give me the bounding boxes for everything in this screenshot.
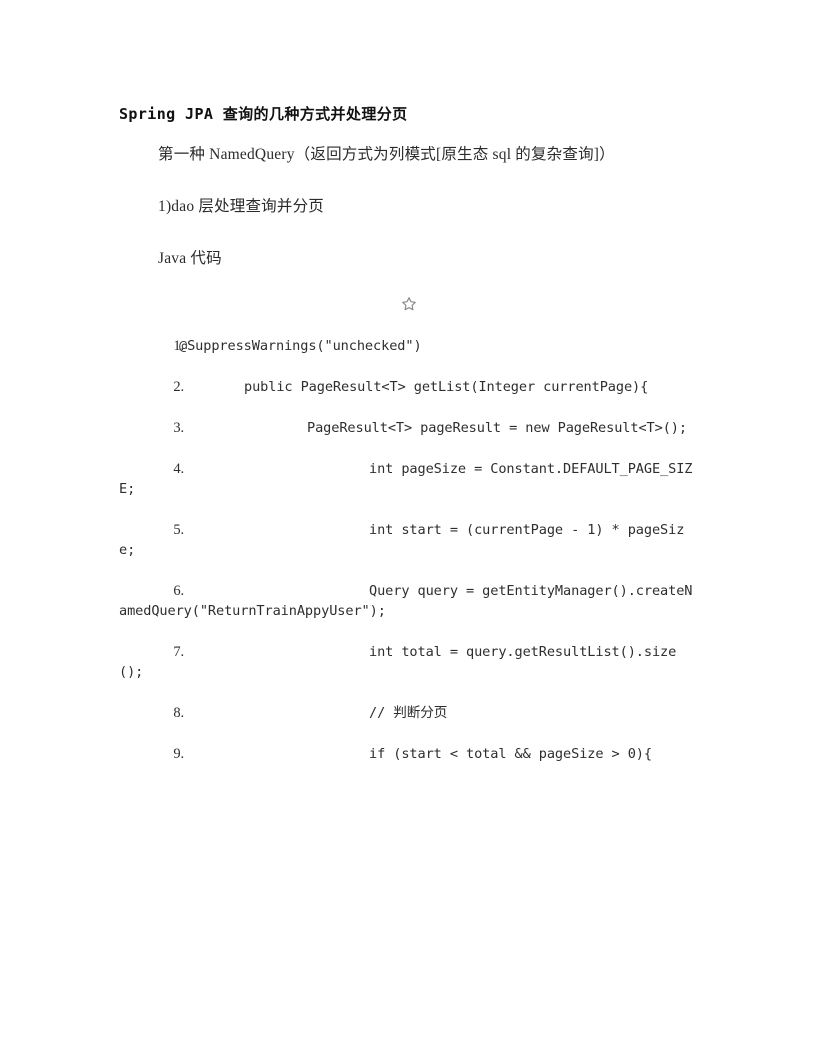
line-content: int start = (currentPage - 1) * pageSize…: [119, 522, 685, 558]
paragraph-intro: 第一种 NamedQuery（返回方式为列模式[原生态 sql 的复杂查询]）: [158, 146, 615, 163]
line-number: 2.: [173, 379, 184, 395]
code-line: 7. int total = query.getResultList().siz…: [119, 642, 699, 682]
star-icon[interactable]: [401, 296, 417, 312]
code-line: 4. int pageSize = Constant.DEFAULT_PAGE_…: [119, 459, 699, 499]
line-number: 3.: [173, 420, 184, 436]
code-line: 2. public PageResult<T> getList(Integer …: [119, 377, 699, 397]
line-number: 7.: [173, 644, 184, 660]
line-number: 9.: [173, 746, 184, 762]
code-line: 6. Query query = getEntityManager().crea…: [119, 581, 699, 621]
line-number: 1.: [173, 338, 184, 354]
paragraph-step-one: 1)dao 层处理查询并分页: [158, 198, 324, 215]
code-toolbar: [119, 296, 699, 322]
document-body: Spring JPA 查询的几种方式并处理分页 第一种 NamedQuery（返…: [119, 104, 699, 785]
code-block: 1. @SuppressWarnings("unchecked") 2. pub…: [119, 336, 699, 764]
code-line: 8. // 判断分页: [119, 703, 699, 723]
document-page: Spring JPA 查询的几种方式并处理分页 第一种 NamedQuery（返…: [0, 0, 816, 1056]
line-content: public PageResult<T> getList(Integer cur…: [244, 379, 649, 395]
line-number: 5.: [173, 522, 184, 538]
code-line: 1. @SuppressWarnings("unchecked"): [119, 336, 699, 356]
line-content: @SuppressWarnings("unchecked"): [179, 338, 422, 354]
paragraph-code-label: Java 代码: [158, 250, 222, 267]
line-content: if (start < total && pageSize > 0){: [369, 746, 652, 762]
code-line: 9. if (start < total && pageSize > 0){: [119, 744, 699, 764]
code-line: 3. PageResult<T> pageResult = new PageRe…: [119, 418, 699, 438]
line-content: // 判断分页: [369, 705, 448, 721]
line-content: int total = query.getResultList().size()…: [119, 644, 677, 680]
line-number: 8.: [173, 705, 184, 721]
line-content: Query query = getEntityManager().createN…: [119, 583, 693, 619]
line-content: PageResult<T> pageResult = new PageResul…: [307, 420, 687, 436]
code-line: 5. int start = (currentPage - 1) * pageS…: [119, 520, 699, 560]
line-number: 4.: [173, 461, 184, 477]
line-number: 6.: [173, 583, 184, 599]
page-title: Spring JPA 查询的几种方式并处理分页: [119, 105, 408, 123]
line-content: int pageSize = Constant.DEFAULT_PAGE_SIZ…: [119, 461, 693, 497]
